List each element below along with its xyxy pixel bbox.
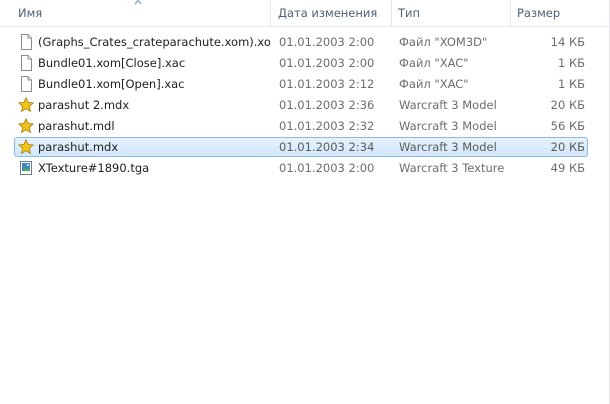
file-date: 01.01.2003 2:00	[279, 161, 375, 175]
file-date: 01.01.2003 2:32	[279, 119, 375, 133]
file-size: 1 КБ	[557, 77, 585, 91]
file-type: Файл "XAC"	[399, 77, 469, 91]
file-name: Bundle01.xom[Open].xac	[38, 77, 185, 91]
column-header-type[interactable]: Тип	[392, 0, 511, 26]
document-icon	[21, 55, 32, 71]
star-icon	[18, 139, 34, 155]
column-header-bar: Имя Дата изменения Тип Размер	[0, 0, 610, 27]
file-date: 01.01.2003 2:36	[279, 98, 375, 112]
file-explorer: Имя Дата изменения Тип Размер (Graphs_Cr…	[0, 0, 610, 404]
column-header-size[interactable]: Размер	[511, 0, 610, 26]
image-icon	[20, 161, 32, 175]
document-icon	[21, 34, 32, 50]
file-name: Bundle01.xom[Close].xac	[38, 56, 186, 70]
document-icon	[21, 76, 32, 92]
file-row[interactable]: (Graphs_Crates_crateparachute.xom).xo...…	[14, 32, 588, 52]
file-type: Warcraft 3 Model	[399, 98, 497, 112]
file-date: 01.01.2003 2:00	[279, 56, 375, 70]
file-row[interactable]: parashut.mdl 01.01.2003 2:32 Warcraft 3 …	[14, 116, 588, 136]
file-name: (Graphs_Crates_crateparachute.xom).xo...	[38, 35, 270, 49]
file-date: 01.01.2003 2:00	[279, 35, 375, 49]
file-date: 01.01.2003 2:34	[279, 140, 375, 154]
column-header-date[interactable]: Дата изменения	[272, 0, 392, 26]
file-type: Файл "XAC"	[399, 56, 469, 70]
file-size: 20 КБ	[550, 98, 585, 112]
file-name: parashut.mdl	[38, 119, 115, 133]
file-name: XTexture#1890.tga	[38, 161, 150, 175]
file-name: parashut.mdx	[38, 140, 119, 154]
column-header-name[interactable]: Имя	[12, 0, 271, 26]
file-size: 49 КБ	[550, 161, 585, 175]
file-type: Файл "XOM3D"	[399, 35, 488, 49]
file-row[interactable]: Bundle01.xom[Close].xac 01.01.2003 2:00 …	[14, 53, 588, 73]
file-row[interactable]: XTexture#1890.tga 01.01.2003 2:00 Warcra…	[14, 158, 588, 178]
file-row[interactable]: parashut 2.mdx 01.01.2003 2:36 Warcraft …	[14, 95, 588, 115]
file-row[interactable]: Bundle01.xom[Open].xac 01.01.2003 2:12 Ф…	[14, 74, 588, 94]
star-icon	[18, 118, 34, 134]
star-icon	[18, 97, 34, 113]
file-type: Warcraft 3 Model	[399, 119, 497, 133]
file-row-selected[interactable]: parashut.mdx 01.01.2003 2:34 Warcraft 3 …	[14, 137, 588, 157]
file-size: 14 КБ	[550, 35, 585, 49]
file-size: 1 КБ	[557, 56, 585, 70]
file-type: Warcraft 3 Model	[399, 140, 497, 154]
file-date: 01.01.2003 2:12	[279, 77, 375, 91]
file-name: parashut 2.mdx	[38, 98, 130, 112]
file-type: Warcraft 3 Texture	[399, 161, 505, 175]
file-size: 56 КБ	[550, 119, 585, 133]
file-size: 20 КБ	[550, 140, 585, 154]
